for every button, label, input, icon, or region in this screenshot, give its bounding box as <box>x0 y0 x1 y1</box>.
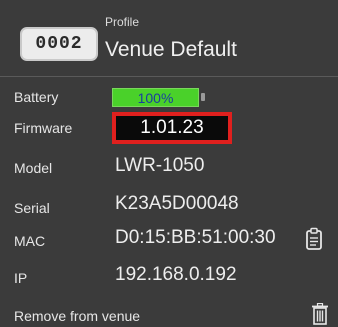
remove-from-venue-row[interactable]: Remove from venue <box>0 294 338 327</box>
mac-label: MAC <box>14 233 46 249</box>
firmware-value: 1.01.23 <box>140 117 204 138</box>
remove-from-venue-label[interactable]: Remove from venue <box>14 308 140 324</box>
firmware-label: Firmware <box>14 120 73 136</box>
battery-label: Battery <box>14 89 59 105</box>
ip-value: 192.168.0.192 <box>115 264 237 285</box>
serial-value: K23A5D00048 <box>115 193 239 214</box>
model-value: LWR-1050 <box>115 155 205 176</box>
firmware-highlight-box: 1.01.23 <box>112 112 232 144</box>
mac-value: D0:15:BB:51:00:30 <box>115 227 276 248</box>
profile-caption: Profile <box>105 15 140 29</box>
model-label: Model <box>14 160 53 176</box>
battery-terminal <box>201 93 205 101</box>
battery-value: 100% <box>137 89 174 106</box>
battery-indicator: 100% <box>112 88 199 107</box>
serial-label: Serial <box>14 200 50 216</box>
clipboard-icon[interactable] <box>305 227 323 251</box>
device-id-badge: 0002 <box>20 27 98 61</box>
device-details-panel: 0002 Profile Venue Default Battery 100% … <box>0 0 338 327</box>
profile-name[interactable]: Venue Default <box>105 38 237 62</box>
device-header: 0002 Profile Venue Default <box>0 0 338 77</box>
ip-label: IP <box>14 270 28 286</box>
trash-icon[interactable] <box>311 303 329 325</box>
